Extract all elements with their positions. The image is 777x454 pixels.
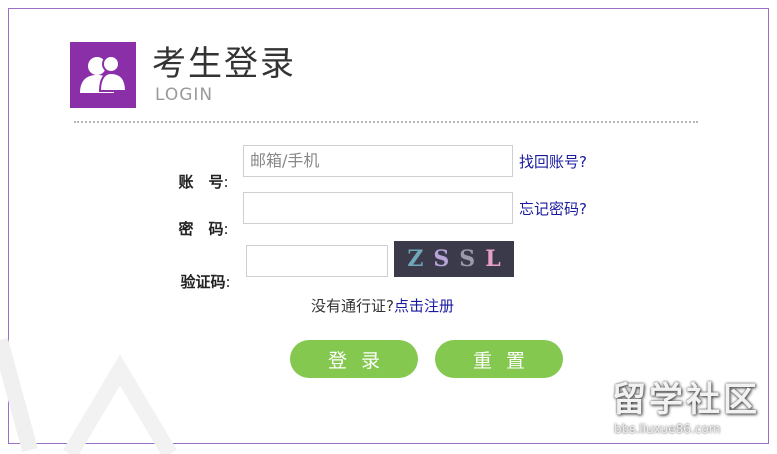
captcha-label-text: 验证码 xyxy=(180,273,226,291)
reset-button[interactable]: 重置 xyxy=(435,340,563,378)
captcha-char: S xyxy=(433,246,450,272)
captcha-char: L xyxy=(485,246,501,272)
users-icon xyxy=(70,42,136,108)
captcha-char: Z xyxy=(407,246,424,272)
forgot-password-link[interactable]: 忘记密码? xyxy=(519,199,587,219)
site-watermark: 留学社区 bbs.liuxue86.com xyxy=(612,380,768,440)
captcha-input[interactable] xyxy=(246,245,388,277)
page-title: 考生登录 xyxy=(152,44,296,84)
password-label-text: 密 码 xyxy=(178,220,224,238)
account-label: 账 号: xyxy=(168,152,229,192)
register-link[interactable]: 点击注册 xyxy=(394,297,454,315)
login-button[interactable]: 登录 xyxy=(290,340,418,378)
dotted-divider xyxy=(74,121,698,123)
account-input-placeholder: 邮箱/手机 xyxy=(250,151,320,170)
account-label-text: 账 号 xyxy=(178,173,224,191)
password-label: 密 码: xyxy=(168,199,229,239)
page-subtitle: LOGIN xyxy=(155,85,214,105)
password-label-colon: : xyxy=(223,220,229,238)
captcha-char: S xyxy=(459,246,476,272)
account-input[interactable]: 邮箱/手机 xyxy=(243,145,513,177)
watermark-url: bbs.liuxue86.com xyxy=(614,422,721,436)
watermark-logo-text: 留学社区 xyxy=(612,380,760,420)
register-prompt: 没有通行证?点击注册 xyxy=(311,296,454,316)
account-label-colon: : xyxy=(223,173,229,191)
captcha-image[interactable]: Z S S L xyxy=(394,241,514,277)
captcha-label-colon: : xyxy=(225,273,231,291)
captcha-label: 验证码: xyxy=(170,252,231,292)
password-input[interactable] xyxy=(243,192,513,224)
decorative-chevron xyxy=(0,337,177,454)
register-text: 没有通行证? xyxy=(311,297,394,315)
recover-account-link[interactable]: 找回账号? xyxy=(519,152,587,172)
